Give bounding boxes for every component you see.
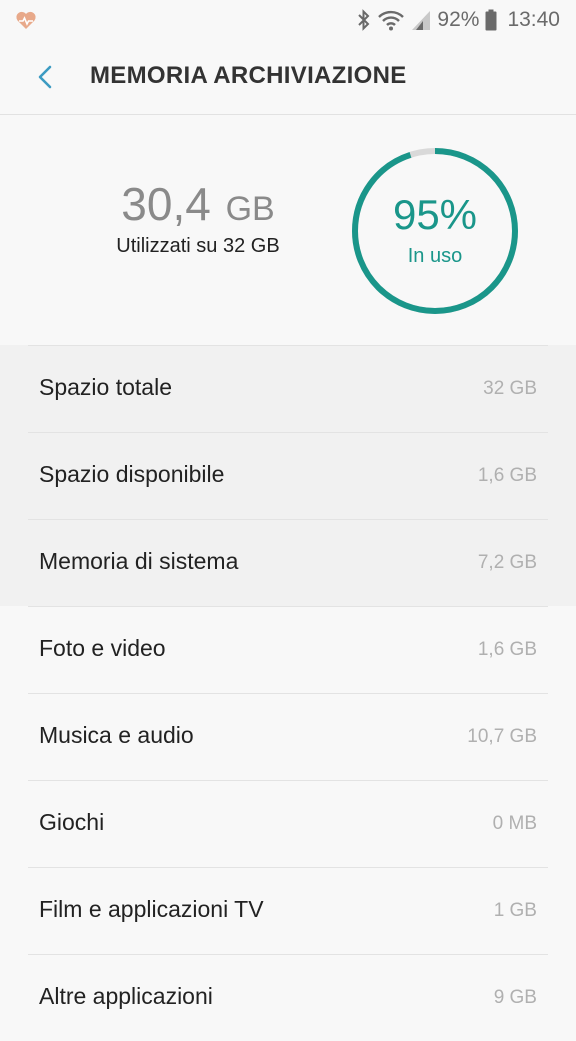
status-bar: 92% 13:40: [0, 0, 576, 40]
used-caption: Utilizzati su 32 GB: [116, 235, 280, 257]
divider: [28, 954, 548, 955]
divider: [28, 867, 548, 868]
battery-percent: 92%: [437, 8, 480, 31]
storage-summary: 30,4 GB Utilizzati su 32 GB 95% In uso: [0, 115, 576, 345]
used-value: 30,4: [121, 178, 211, 230]
list-item-label: Memoria di sistema: [39, 548, 239, 574]
list-item[interactable]: Foto e video 1,6 GB: [0, 606, 576, 693]
list-item[interactable]: Memoria di sistema 7,2 GB: [0, 519, 576, 606]
wifi-icon: [377, 9, 405, 31]
list-item[interactable]: Giochi 0 MB: [0, 780, 576, 867]
divider: [28, 432, 548, 433]
list-item-label: Spazio totale: [39, 374, 172, 400]
list-item[interactable]: Musica e audio 10,7 GB: [0, 693, 576, 780]
back-button[interactable]: [28, 58, 64, 96]
used-unit: GB: [225, 190, 275, 228]
page-title: MEMORIA ARCHIVIAZIONE: [90, 62, 407, 89]
list-item-label: Film e applicazioni TV: [39, 896, 264, 922]
list-item-label: Musica e audio: [39, 722, 194, 748]
chevron-left-icon: [38, 65, 52, 89]
health-icon: [14, 8, 38, 32]
list-item-label: Altre applicazioni: [39, 983, 213, 1009]
list-item-value: 7,2 GB: [477, 552, 537, 573]
list-item-value: 10,7 GB: [467, 726, 537, 747]
app-bar: MEMORIA ARCHIVIAZIONE: [0, 40, 576, 115]
storage-list: Spazio totale 32 GB Spazio disponibile 1,6 …: [0, 345, 576, 1041]
list-item[interactable]: Film e applicazioni TV 1 GB: [0, 867, 576, 954]
used-amount: 30,4 GB: [0, 177, 396, 231]
clock: 13:40: [507, 8, 560, 31]
divider: [28, 606, 548, 607]
battery-icon: [485, 9, 497, 31]
cell-signal-icon: [411, 9, 431, 31]
list-item[interactable]: Spazio totale 32 GB: [0, 345, 576, 432]
usage-percent: 95%: [392, 191, 478, 238]
divider: [28, 780, 548, 781]
bluetooth-icon: [357, 9, 371, 31]
list-item-label: Spazio disponibile: [39, 461, 225, 487]
list-item-value: 9 GB: [493, 987, 537, 1008]
divider: [28, 345, 548, 346]
divider: [28, 519, 548, 520]
divider: [28, 693, 548, 694]
list-item-value: 0 MB: [492, 813, 537, 834]
list-item-value: 1 GB: [493, 900, 537, 921]
list-item-value: 1,6 GB: [477, 639, 537, 660]
list-item-value: 32 GB: [483, 378, 537, 399]
usage-caption: In uso: [407, 245, 463, 267]
list-item-value: 1,6 GB: [477, 465, 537, 486]
list-item[interactable]: Altre applicazioni 9 GB: [0, 954, 576, 1041]
list-item-label: Foto e video: [39, 635, 166, 661]
list-item-label: Giochi: [39, 809, 105, 835]
list-item[interactable]: Spazio disponibile 1,6 GB: [0, 432, 576, 519]
